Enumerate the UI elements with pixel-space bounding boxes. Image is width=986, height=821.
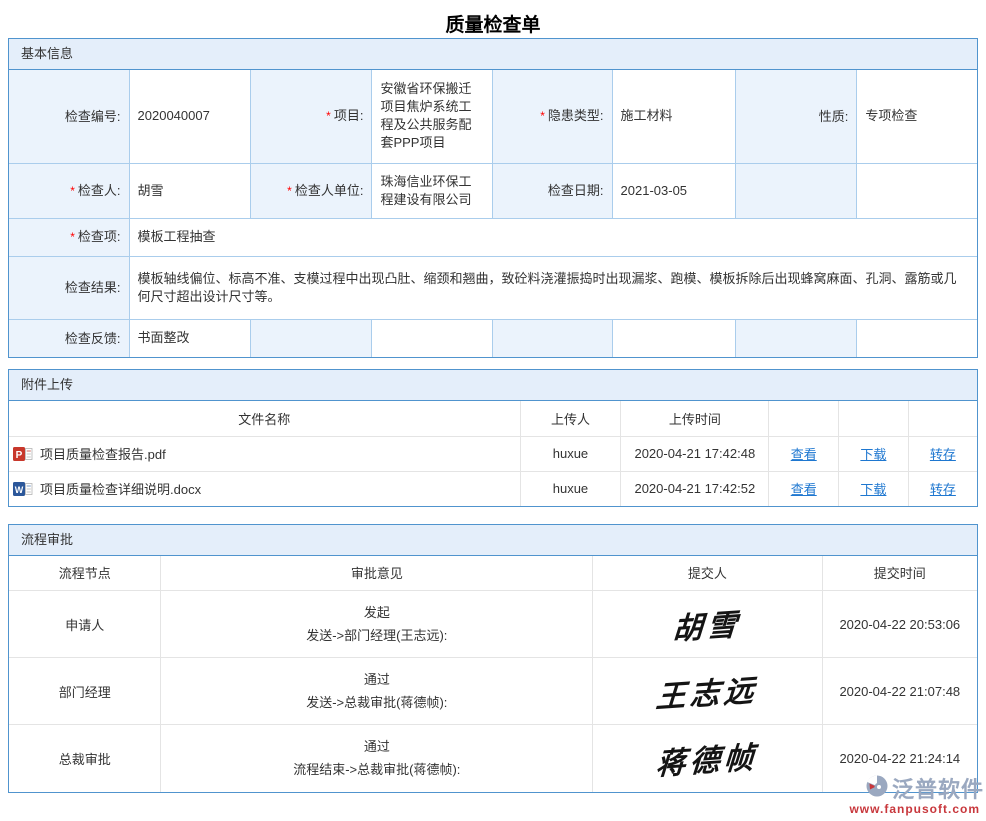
- file-row: W 项目质量检查详细说明.docx huxue 2020-04-21 17:42…: [9, 471, 977, 506]
- file-row: P 项目质量检查报告.pdf huxue 2020-04-21 17:42:48…: [9, 436, 977, 471]
- hazard-type-label: *隐患类型:: [492, 70, 612, 163]
- check-item-value: 模板工程抽查: [129, 218, 977, 256]
- approval-row: 申请人 发起 发送->部门经理(王志远): 胡雪 2020-04-22 20:5…: [9, 591, 977, 658]
- brand-name: 泛普软件: [892, 772, 984, 804]
- action-header: [908, 401, 977, 436]
- pdf-file-icon: P: [13, 446, 33, 462]
- required-asterisk: *: [70, 184, 75, 198]
- project-label: *项目:: [250, 70, 372, 163]
- file-name: 项目质量检查报告.pdf: [40, 444, 166, 463]
- check-feedback-value: 书面整改: [129, 319, 250, 357]
- opinion-line: 流程结束->总裁审批(蒋德帧):: [165, 758, 588, 781]
- attachment-table: 文件名称 上传人 上传时间 P 项目质量检查报告.pdf huxue 2020-…: [9, 401, 977, 506]
- transfer-link[interactable]: 转存: [930, 447, 956, 462]
- signature: 王志远: [655, 665, 760, 716]
- node-header: 流程节点: [9, 556, 161, 591]
- download-link[interactable]: 下载: [860, 447, 886, 462]
- action-header: [769, 401, 839, 436]
- inspector-value: 胡雪: [129, 163, 250, 218]
- svg-text:P: P: [16, 450, 23, 461]
- check-item-label: *检查项:: [9, 218, 129, 256]
- nature-value: 专项检查: [857, 70, 977, 163]
- opinion-line: 发起: [165, 601, 588, 624]
- file-upload-time: 2020-04-21 17:42:52: [621, 471, 769, 506]
- empty-label-cell: [736, 319, 857, 357]
- submit-time: 2020-04-22 21:07:48: [822, 658, 977, 725]
- node-name: 申请人: [9, 591, 161, 658]
- submit-time: 2020-04-22 20:53:06: [822, 591, 977, 658]
- empty-label-cell: [736, 163, 857, 218]
- signature: 胡雪: [672, 599, 743, 648]
- node-name: 部门经理: [9, 658, 161, 725]
- brand-url: www.fanpusoft.com: [824, 802, 984, 816]
- attachment-section-header: 附件上传: [9, 370, 977, 401]
- opinion-line: 通过: [165, 735, 588, 758]
- fanpu-watermark: 泛普软件 www.fanpusoft.com: [824, 772, 984, 816]
- required-asterisk: *: [287, 184, 292, 198]
- page-title: 质量检查单: [0, 0, 986, 38]
- approval-section-header: 流程审批: [9, 525, 977, 556]
- signature: 蒋德帧: [655, 733, 760, 784]
- nature-label: 性质:: [736, 70, 857, 163]
- view-link[interactable]: 查看: [791, 482, 817, 497]
- basic-info-section-header: 基本信息: [9, 39, 977, 70]
- view-link[interactable]: 查看: [791, 447, 817, 462]
- approval-opinion: 发起 发送->部门经理(王志远):: [161, 591, 593, 658]
- file-name-header: 文件名称: [9, 401, 520, 436]
- approval-table: 流程节点 审批意见 提交人 提交时间 申请人 发起 发送->部门经理(王志远):…: [9, 556, 977, 792]
- empty-label-cell: [492, 319, 612, 357]
- opinion-line: 通过: [165, 668, 588, 691]
- approval-opinion: 通过 发送->总裁审批(蒋德帧):: [161, 658, 593, 725]
- submitter-header: 提交人: [593, 556, 822, 591]
- project-value: 安徽省环保搬迁项目焦炉系统工程及公共服务配套PPP项目: [372, 70, 492, 163]
- approval-row: 部门经理 通过 发送->总裁审批(蒋德帧): 王志远 2020-04-22 21…: [9, 658, 977, 725]
- check-no-label: 检查编号:: [9, 70, 129, 163]
- inspector-label: *检查人:: [9, 163, 129, 218]
- transfer-link[interactable]: 转存: [930, 482, 956, 497]
- empty-value-cell: [857, 319, 977, 357]
- opinion-line: 发送->总裁审批(蒋德帧):: [165, 691, 588, 714]
- empty-label-cell: [250, 319, 372, 357]
- approval-opinion: 通过 流程结束->总裁审批(蒋德帧):: [161, 725, 593, 792]
- required-asterisk: *: [326, 109, 331, 123]
- word-file-icon: W: [13, 481, 33, 497]
- approval-panel: 流程审批 流程节点 审批意见 提交人 提交时间 申请人 发起 发送->部门经理(…: [8, 524, 978, 793]
- check-feedback-label: 检查反馈:: [9, 319, 129, 357]
- check-result-label: 检查结果:: [9, 256, 129, 319]
- file-name: 项目质量检查详细说明.docx: [40, 479, 201, 498]
- empty-value-cell: [372, 319, 492, 357]
- inspector-unit-value: 珠海信业环保工程建设有限公司: [372, 163, 492, 218]
- download-link[interactable]: 下载: [860, 482, 886, 497]
- opinion-header: 审批意见: [161, 556, 593, 591]
- uploader-header: 上传人: [520, 401, 621, 436]
- svg-text:W: W: [15, 485, 24, 495]
- check-date-value: 2021-03-05: [612, 163, 736, 218]
- required-asterisk: *: [540, 109, 545, 123]
- inspector-unit-label: *检查人单位:: [250, 163, 372, 218]
- required-asterisk: *: [70, 230, 75, 244]
- empty-value-cell: [857, 163, 977, 218]
- fanpu-logo-icon: [865, 774, 889, 803]
- basic-info-panel: 基本信息 检查编号: 2020040007 *项目: 安徽省环保搬迁项目焦炉系统…: [8, 38, 978, 358]
- file-uploader: huxue: [520, 471, 621, 506]
- opinion-line: 发送->部门经理(王志远):: [165, 624, 588, 647]
- file-uploader: huxue: [520, 436, 621, 471]
- node-name: 总裁审批: [9, 725, 161, 792]
- file-upload-time: 2020-04-21 17:42:48: [621, 436, 769, 471]
- check-no-value: 2020040007: [129, 70, 250, 163]
- check-result-value: 模板轴线偏位、标高不准、支模过程中出现凸肚、缩颈和翘曲，致砼料浇灌振捣时出现漏浆…: [129, 256, 977, 319]
- submit-time-header: 提交时间: [822, 556, 977, 591]
- empty-value-cell: [612, 319, 736, 357]
- hazard-type-value: 施工材料: [612, 70, 736, 163]
- basic-info-table: 检查编号: 2020040007 *项目: 安徽省环保搬迁项目焦炉系统工程及公共…: [9, 70, 977, 357]
- action-header: [839, 401, 909, 436]
- attachment-panel: 附件上传 文件名称 上传人 上传时间 P 项目质量检查报告.pdf huxue …: [8, 369, 978, 507]
- upload-time-header: 上传时间: [621, 401, 769, 436]
- check-date-label: 检查日期:: [492, 163, 612, 218]
